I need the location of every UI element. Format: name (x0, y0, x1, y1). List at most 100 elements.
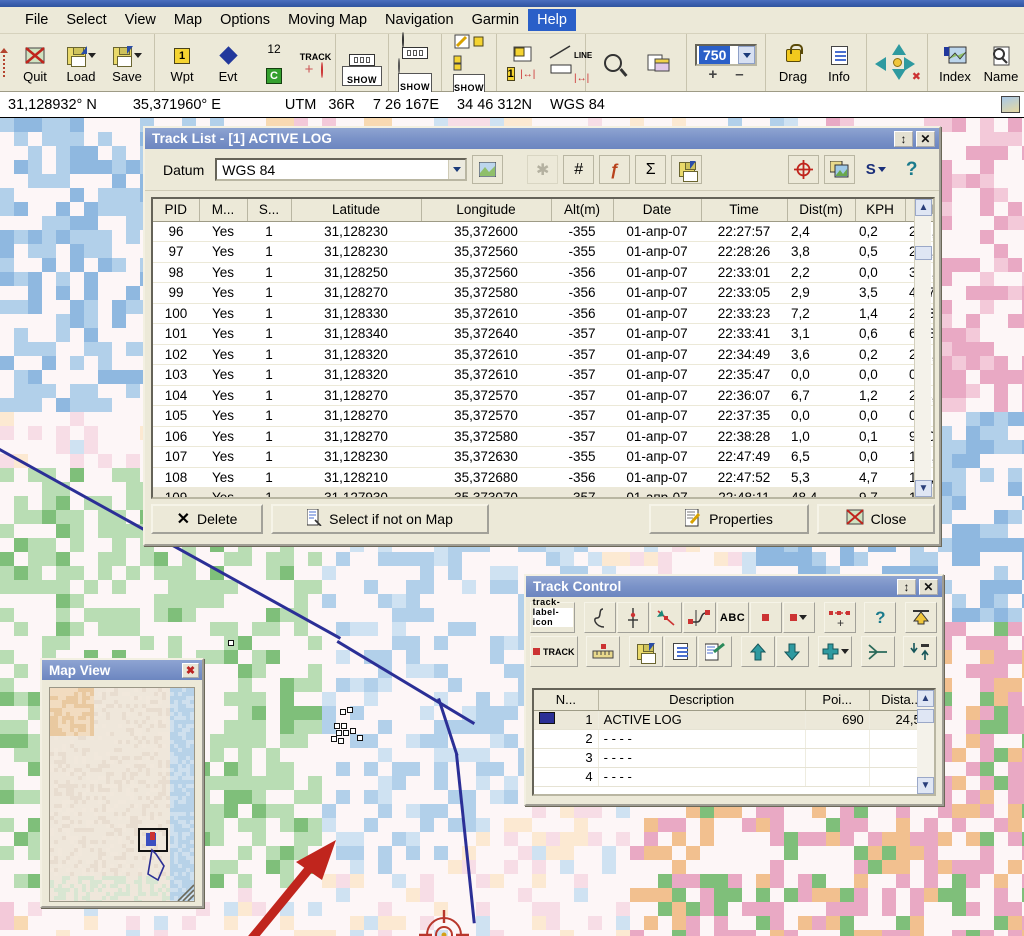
table-row[interactable]: 100 Yes 1 31,128330 35,372610 -356 01-апр-07 22… (153, 303, 933, 324)
waypoint-button[interactable]: 1 Wpt (159, 36, 205, 90)
index-button[interactable]: Index (932, 36, 978, 90)
point-dropdown-icon[interactable] (782, 602, 815, 633)
scroll-thumb[interactable] (917, 709, 934, 723)
column-header-pid[interactable]: PID (153, 199, 200, 222)
menu-item-moving-map[interactable]: Moving Map (279, 9, 376, 31)
integral-curve-icon[interactable] (583, 602, 617, 633)
track-point[interactable] (357, 735, 363, 741)
help-question-icon[interactable]: ? (896, 155, 928, 184)
reduce-points-icon[interactable] (650, 602, 683, 633)
zoom-tool-button[interactable] (590, 36, 636, 90)
track-control-grid[interactable]: N... Description Poi... Dista... 1 ACTIVE LO… (532, 688, 936, 796)
table-row[interactable]: 106 Yes 1 31,128270 35,372580 -357 01-апр-07 22… (153, 426, 933, 447)
column-header-time[interactable]: Time (701, 199, 788, 222)
map-view-title-bar[interactable]: Map View ✖ (42, 660, 202, 680)
track-point[interactable] (331, 736, 337, 742)
scroll-up-icon[interactable]: ▲ (915, 199, 932, 216)
track-point[interactable] (338, 738, 344, 744)
line-area-button[interactable]: LINE |↔| (541, 36, 592, 90)
track-point[interactable] (340, 709, 346, 715)
track-point[interactable] (343, 730, 349, 736)
column-header-date[interactable]: Date (613, 199, 702, 222)
menu-item-file[interactable]: File (16, 9, 57, 31)
curve-fit-icon[interactable]: ƒ (599, 155, 631, 184)
event-button[interactable]: Evt (205, 36, 251, 90)
track-control-vertical-scrollbar[interactable]: ▲ ▼ (917, 690, 934, 794)
split-track-icon[interactable] (617, 602, 650, 633)
chevron-down-icon[interactable] (738, 46, 755, 64)
list-icon[interactable] (663, 636, 698, 667)
column-header-description[interactable]: Description (598, 690, 806, 711)
abc-label-icon[interactable]: ABC (716, 602, 749, 633)
list-item[interactable]: 4- - - - (534, 767, 934, 787)
column-header-alt-m[interactable]: Alt(m) (551, 199, 614, 222)
table-row[interactable]: 109 Yes 1 31,127930 35,373070 -357 01-апр-07 22… (153, 487, 933, 497)
table-row[interactable]: 98 Yes 1 31,128250 35,372560 -356 01-апр-07 22:… (153, 262, 933, 283)
close-icon[interactable]: ✕ (916, 130, 935, 147)
waypoint-show-button[interactable]: SHOW (340, 36, 384, 90)
ruler-icon[interactable] (586, 636, 621, 667)
list-item[interactable]: 1 ACTIVE LOG 690 24,58 (534, 710, 934, 730)
menu-item-options[interactable]: Options (211, 9, 279, 31)
single-point-icon[interactable] (749, 602, 782, 633)
table-row[interactable]: 97 Yes 1 31,128230 35,372560 -355 01-апр-07 22:… (153, 241, 933, 263)
datum-select[interactable]: WGS 84 (215, 158, 468, 181)
add-dropdown-icon[interactable] (818, 636, 852, 667)
resize-grip-icon[interactable] (172, 879, 194, 901)
column-header-longitude[interactable]: Longitude (421, 199, 552, 222)
map-stack-icon[interactable] (824, 155, 856, 184)
scroll-thumb[interactable] (915, 246, 932, 260)
pan-button[interactable]: ✖ (871, 36, 923, 90)
save-disk-icon[interactable] (629, 636, 663, 667)
properties-icon[interactable] (698, 636, 733, 667)
move-down-icon[interactable] (775, 636, 810, 667)
quit-button[interactable]: Quit (12, 36, 58, 90)
sort-s-icon[interactable]: S (860, 155, 892, 184)
menu-item-view[interactable]: View (116, 9, 165, 31)
map-view-overview-canvas[interactable] (49, 687, 195, 902)
count-button[interactable]: 12 C (251, 36, 297, 90)
scroll-up-icon[interactable]: ▲ (917, 690, 934, 707)
restore-button[interactable]: ↕ (897, 578, 916, 595)
help-question-icon[interactable]: ? (864, 602, 897, 633)
scroll-down-icon[interactable]: ▼ (915, 480, 932, 497)
menu-item-select[interactable]: Select (57, 9, 115, 31)
map-thumbnail-icon[interactable] (1001, 96, 1020, 113)
label-measure-button[interactable]: 1 |↔| (501, 36, 541, 90)
route-edit-button[interactable]: SHOW (446, 34, 492, 94)
reorder-icon[interactable] (903, 636, 938, 667)
event-show-button[interactable]: SHOW (393, 31, 437, 93)
column-header-s[interactable]: S... (247, 199, 292, 222)
table-row[interactable]: 96 Yes 1 31,128230 35,372600 -355 01-апр-07 22:… (153, 221, 933, 242)
menu-item-navigation[interactable]: Navigation (376, 9, 463, 31)
info-button[interactable]: Info (816, 36, 862, 90)
column-header-poi[interactable]: Poi... (805, 690, 870, 711)
table-row[interactable]: 103 Yes 1 31,128320 35,372610 -357 01-апр-07 22… (153, 364, 933, 386)
menu-item-garmin[interactable]: Garmin (463, 9, 529, 31)
menu-item-map[interactable]: Map (165, 9, 211, 31)
zoom-level-combo[interactable]: 750 (695, 44, 757, 66)
chevron-down-icon[interactable] (448, 160, 466, 179)
layers-button[interactable] (636, 36, 682, 90)
toolbar-drag-grip[interactable] (0, 34, 8, 91)
list-item[interactable]: 2- - - - (534, 729, 934, 749)
save-disk-icon[interactable] (671, 155, 703, 184)
scatter-points-icon[interactable]: ✱ (527, 155, 559, 184)
select-if-not-on-map-button[interactable]: Select if not on Map (271, 504, 489, 534)
scroll-down-icon[interactable]: ▼ (917, 777, 934, 794)
close-button[interactable]: Close (817, 504, 935, 534)
column-header-kph[interactable]: KPH (855, 199, 906, 222)
column-header-latitude[interactable]: Latitude (291, 199, 422, 222)
column-header-m[interactable]: M... (199, 199, 248, 222)
upload-arrow-icon[interactable] (904, 602, 938, 633)
join-track-icon[interactable] (683, 602, 716, 633)
list-item[interactable]: 3- - - - (534, 748, 934, 768)
map-image-icon[interactable] (472, 155, 504, 184)
zoom-in-button[interactable]: + (708, 67, 717, 82)
column-header-dist-m[interactable]: Dist(m) (787, 199, 856, 222)
table-row[interactable]: 104 Yes 1 31,128270 35,372570 -357 01-апр-07 22… (153, 385, 933, 406)
hash-grid-icon[interactable]: # (563, 155, 595, 184)
column-header-n[interactable]: N... (534, 690, 599, 711)
track-list-title-bar[interactable]: Track List - [1] ACTIVE LOG ↕ ✕ (145, 128, 939, 149)
track-point[interactable] (347, 707, 353, 713)
